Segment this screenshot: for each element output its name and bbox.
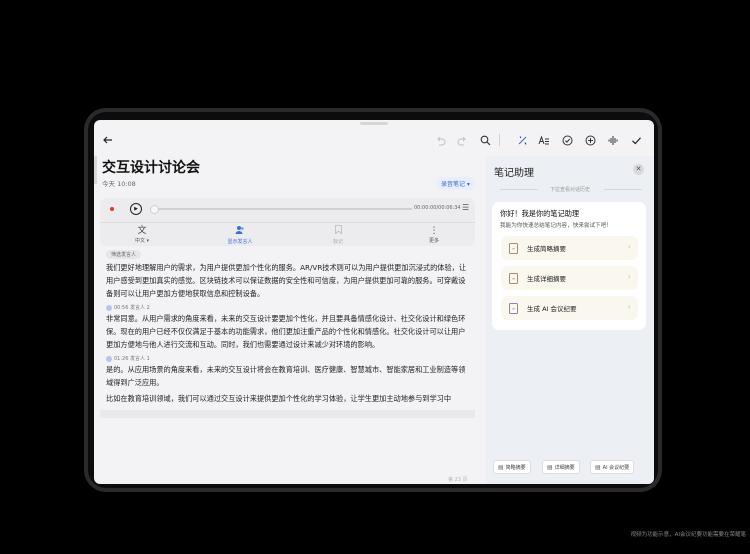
transcript-paragraph: 比如在教育培训领域，我们可以通过交互设计来提供更加个性化的学习体验，让学生更加主… (106, 394, 452, 403)
ai-minutes-icon: ▤ (595, 463, 601, 471)
show-speaker-button[interactable]: 显示发言人 (220, 225, 260, 245)
multitask-handle[interactable] (360, 122, 388, 125)
assistant-title: 笔记助理 (494, 168, 534, 179)
chevron-right-icon: › (627, 272, 631, 281)
assistant-greeting: 你好！我是你的笔记助理 (500, 209, 580, 218)
assistant-greeting-sub: 我能为你快速总结笔记内容，快来尝试下吧！ (500, 223, 612, 229)
avatar (106, 304, 112, 311)
bookmark-button[interactable]: 标记 (318, 225, 358, 245)
speaker-person-icon (220, 225, 260, 238)
avatar (106, 355, 112, 362)
generate-detailed-summary-button[interactable]: ≡ 生成详细摘要 › (501, 266, 638, 290)
notes-app-screen: 交互设计讨论会 今天 10:08 录音笔记 ▾ ▶ 00:00:00/00:06… (94, 120, 654, 484)
transcript-paragraph: 是的。从应用场景的角度来看，未来的交互设计将会在教育培训、医疗健康、智慧城市、智… (106, 365, 466, 388)
sidebar-handle[interactable] (94, 156, 97, 184)
text-format-icon[interactable] (536, 132, 552, 148)
doc-detail-icon: ▤ (547, 463, 553, 471)
doc-short-icon: ▤ (498, 463, 504, 471)
record-indicator-icon (110, 207, 114, 211)
filter-speaker-chip[interactable]: 筛选发言人 (106, 250, 142, 259)
more-button[interactable]: ⋮ 更多 (414, 225, 454, 244)
close-icon[interactable]: ✕ (633, 164, 644, 175)
ai-minutes-chip[interactable]: ▤ AI 会议纪要 (590, 460, 635, 474)
brief-summary-chip[interactable]: ▤ 简略摘要 (493, 460, 531, 474)
check-icon[interactable] (628, 132, 644, 148)
transcript-paragraph: 我们更好地理解用户的需求，为用户提供更加个性化的服务。AR/VR技术则可以为用户… (106, 263, 467, 299)
search-icon[interactable] (477, 132, 493, 148)
play-icon[interactable]: ▶ (130, 203, 142, 215)
chevron-right-icon: › (627, 242, 631, 251)
bookmark-icon (318, 225, 358, 238)
arrow-left-icon[interactable] (100, 132, 116, 148)
redo-icon[interactable] (454, 132, 470, 148)
add-circle-icon[interactable] (582, 132, 598, 148)
check-circle-icon[interactable] (559, 132, 575, 148)
note-date: 今天 10:08 (102, 180, 136, 188)
note-assistant-panel: 笔记助理 ✕ 下拉查看对话历史 你好！我是你的笔记助理 我能为你快速总结笔记内容… (486, 156, 654, 484)
language-label: 中文 ▾ (134, 238, 150, 244)
detailed-summary-chip[interactable]: ▤ 详细摘要 (542, 460, 580, 474)
more-vertical-icon: ⋮ (429, 226, 439, 236)
show-speaker-label: 显示发言人 (227, 239, 253, 245)
audio-time: 00:00:00/00:06:34 (414, 205, 461, 211)
generate-brief-summary-button[interactable]: ≡ 生成简略摘要 › (501, 236, 638, 260)
page-title: 交互设计讨论会 (102, 160, 200, 176)
audio-player: ▶ 00:00:00/00:06:34 ☰ 文 中文 ▾ 显示发言人 标记 ⋮ … (100, 198, 475, 246)
language-select[interactable]: 文 中文 ▾ (122, 225, 162, 244)
speaker-label: 00:56 发言人 2 (106, 304, 150, 311)
chevron-right-icon: › (627, 302, 631, 311)
doc-detail-icon: ≡ (509, 273, 518, 284)
ai-minutes-icon: ≡ (509, 303, 518, 314)
bookmark-label: 标记 (332, 239, 343, 245)
assistant-card: 你好！我是你的笔记助理 我能为你快速总结笔记内容，快来尝试下吧！ ≡ 生成简略摘… (492, 202, 646, 330)
page-number: 第 23 页 (448, 477, 468, 483)
transcript-paragraph: 非常同意。从用户需求的角度来看，未来的交互设计要更加个性化，并且要具备情感化设计… (106, 314, 466, 350)
undo-icon[interactable] (432, 132, 448, 148)
more-label: 更多 (428, 238, 439, 244)
top-toolbar (94, 128, 654, 154)
generate-ai-minutes-button[interactable]: ≡ 生成 AI 会议纪要 › (501, 296, 638, 320)
list-menu-icon[interactable]: ☰ (462, 203, 469, 212)
audio-progress-knob[interactable] (150, 205, 159, 214)
audio-progress-track[interactable] (150, 208, 412, 210)
ai-magic-icon[interactable] (514, 132, 530, 148)
transcript-scroll-edge (100, 410, 475, 418)
toolbar-divider (499, 134, 500, 146)
video-disclaimer: 视频为功能示意，AI会议纪要功能需要在荣耀笔 (630, 532, 746, 538)
speaker-label: 01:26 发言人 1 (106, 355, 150, 362)
divider (100, 222, 475, 223)
audio-wave-icon[interactable] (605, 132, 621, 148)
note-category-tag[interactable]: 录音笔记 ▾ (436, 177, 475, 190)
doc-short-icon: ≡ (509, 243, 518, 254)
translate-icon: 文 (137, 226, 147, 236)
divider (604, 189, 642, 190)
